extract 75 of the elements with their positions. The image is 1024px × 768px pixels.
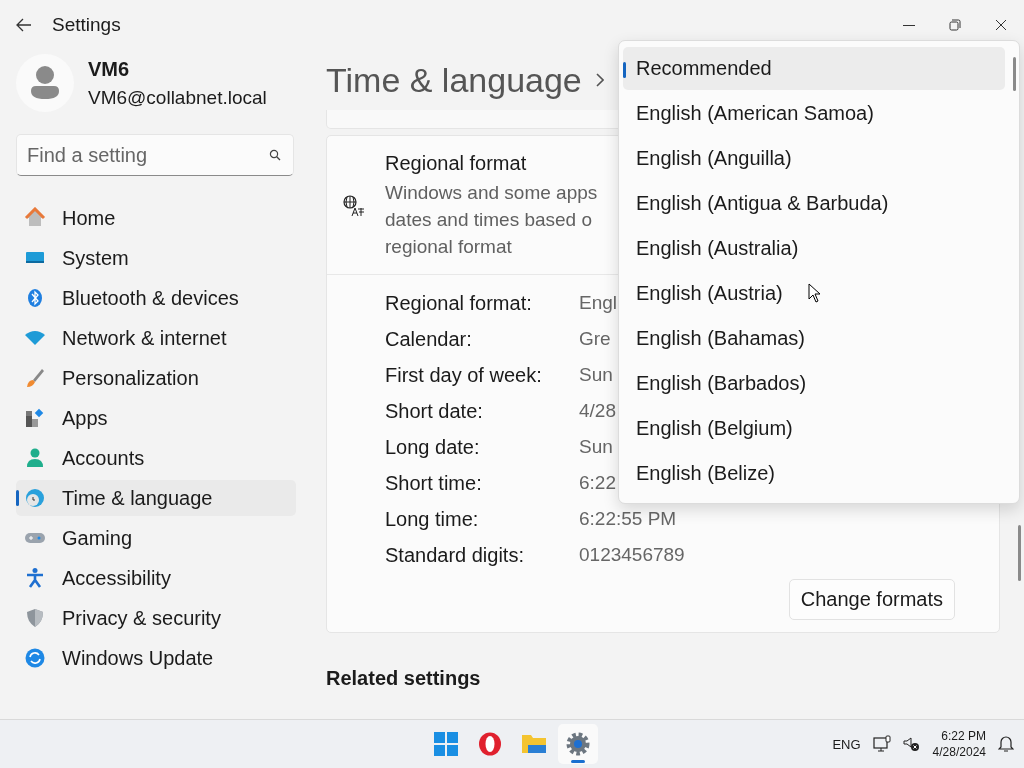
muted-speaker-icon[interactable]: [902, 736, 921, 752]
minimize-icon: [903, 24, 915, 26]
nav-item[interactable]: Bluetooth & devices: [16, 280, 296, 316]
taskbar-app[interactable]: [558, 724, 598, 764]
card-description: Windows and some apps dates and times based o regional format: [385, 181, 598, 259]
bell-icon[interactable]: [998, 735, 1014, 753]
format-label: Regional format:: [385, 291, 532, 316]
change-formats-button[interactable]: Change formats: [788, 579, 955, 620]
dropdown-option[interactable]: English (Australia): [623, 227, 1005, 270]
nav-item[interactable]: Apps: [16, 400, 296, 436]
dropdown-option[interactable]: English (Belize): [623, 452, 1005, 495]
scrollbar[interactable]: [1018, 525, 1021, 581]
accessibility-icon: [24, 567, 46, 589]
nav-item[interactable]: System: [16, 240, 296, 276]
format-label: Standard digits:: [385, 543, 524, 568]
scrollbar[interactable]: [1013, 57, 1016, 91]
format-label: Calendar:: [385, 327, 472, 352]
format-value: 6:22:55 PM: [579, 507, 677, 531]
windows-logo-icon: [434, 732, 458, 756]
dropdown-option[interactable]: English (Barbados): [623, 362, 1005, 405]
nav-item[interactable]: Time & language: [16, 480, 296, 516]
person-icon: [24, 447, 46, 469]
update-icon: [24, 647, 46, 669]
nav-item[interactable]: Personalization: [16, 360, 296, 396]
user-name: VM6: [88, 57, 131, 81]
home-icon: [24, 207, 46, 229]
search-icon: [269, 149, 281, 161]
section-heading: Related settings: [326, 667, 482, 690]
restore-icon: [949, 19, 961, 31]
dropdown-option[interactable]: English (Anguilla): [623, 137, 1005, 180]
language-indicator[interactable]: ENG: [832, 736, 861, 752]
dropdown-option[interactable]: Recommended: [623, 47, 1005, 90]
nav-item[interactable]: Network & internet: [16, 320, 296, 356]
page-title: Time & language: [326, 60, 582, 100]
format-value: Sun: [579, 363, 613, 387]
search-field[interactable]: Find a setting: [16, 134, 294, 176]
nav-item[interactable]: Home: [16, 200, 296, 236]
dropdown-option[interactable]: English (American Samoa): [623, 92, 1005, 135]
dropdown-option[interactable]: English (Bahamas): [623, 317, 1005, 360]
dropdown-option[interactable]: English (Antigua & Barbuda): [623, 182, 1005, 225]
nav-item[interactable]: Gaming: [16, 520, 296, 556]
nav-item[interactable]: Privacy & security: [16, 600, 296, 636]
window-title: Settings: [52, 14, 121, 36]
chevron-icon: [595, 73, 604, 87]
brush-icon: [24, 367, 46, 389]
format-label: Short date:: [385, 399, 483, 424]
nav-item[interactable]: Accessibility: [16, 560, 296, 596]
nav-item[interactable]: Windows Update: [16, 640, 296, 676]
format-label: First day of week:: [385, 363, 542, 388]
close-icon: [995, 19, 1007, 31]
format-value: Engl: [579, 291, 618, 315]
user-email: VM6@collabnet.local: [88, 86, 267, 109]
language-icon: [343, 195, 365, 217]
gear-icon: [565, 731, 591, 757]
clock-icon: [24, 487, 46, 509]
opera-icon: [478, 732, 502, 756]
format-label: Long date:: [385, 435, 480, 460]
monitor-icon[interactable]: [872, 735, 891, 753]
format-value: 6:22: [579, 471, 616, 495]
format-value: 0123456789: [579, 543, 685, 567]
apps-icon: [24, 407, 46, 429]
clock[interactable]: 6:22 PM 4/28/2024: [932, 728, 986, 760]
format-label: Long time:: [385, 507, 479, 532]
card-title: Regional format: [385, 152, 528, 175]
dropdown-option[interactable]: English (Austria): [623, 272, 1005, 315]
back-arrow-icon[interactable]: [16, 18, 32, 32]
format-value: Sun: [579, 435, 613, 459]
nav-item[interactable]: Accounts: [16, 440, 296, 476]
dropdown-option[interactable]: English (Belgium): [623, 407, 1005, 450]
cursor-icon: [808, 283, 822, 303]
format-label: Short time:: [385, 471, 482, 496]
shield-icon: [24, 607, 46, 629]
format-value: 4/28: [579, 399, 616, 423]
folder-icon: [521, 732, 547, 756]
format-value: Gre: [579, 327, 611, 351]
